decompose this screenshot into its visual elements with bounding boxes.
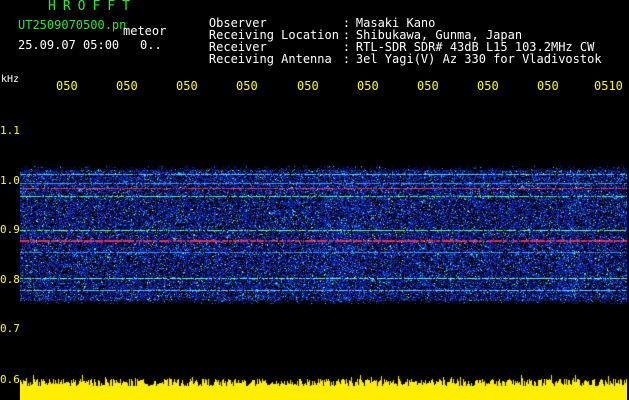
info-row-antenna: Receiving Antenna:3el Yagi(V) Az 330 for… (180, 41, 602, 77)
time-tick: 050 (236, 79, 258, 93)
file-name: UT2509070500.pn (18, 18, 127, 32)
spectrogram-canvas (20, 110, 627, 370)
info-key: Receiving Antenna (208, 52, 332, 66)
freq-tick: 1.1 (0, 124, 20, 137)
time-tick: 050 (357, 79, 379, 93)
info-sep: : (342, 52, 351, 66)
time-tick: 050 (477, 79, 499, 93)
time-tick: 050 (176, 79, 198, 93)
freq-tick: 0.6 (0, 373, 20, 386)
info-value: 3el Yagi(V) Az 330 for Vladivostok (355, 52, 602, 66)
time-tick: 050 (537, 79, 559, 93)
time-tick: 0510 (594, 79, 623, 93)
file-suffix: meteor (123, 24, 167, 38)
freq-tick: 0.7 (0, 322, 20, 335)
freq-tick: 1.0 (0, 174, 20, 187)
app-title: HROFFT (48, 0, 137, 14)
unit-label: kHz (1, 74, 20, 85)
time-tick: 050 (56, 79, 78, 93)
signal-level-canvas (20, 370, 627, 400)
freq-tick: 0.8 (0, 273, 20, 286)
hrofft-window: HROFFT UT2509070500.pn meteor 25.09.07 0… (0, 0, 629, 400)
time-tick: 050 (297, 79, 319, 93)
counter-label: 0.. (140, 38, 162, 52)
datetime-label: 25.09.07 05:00 (18, 38, 120, 52)
time-tick: 050 (116, 79, 138, 93)
signal-level-panel (20, 370, 627, 400)
freq-tick: 0.9 (0, 223, 20, 236)
spectrogram (20, 110, 627, 370)
time-tick: 050 (417, 79, 439, 93)
